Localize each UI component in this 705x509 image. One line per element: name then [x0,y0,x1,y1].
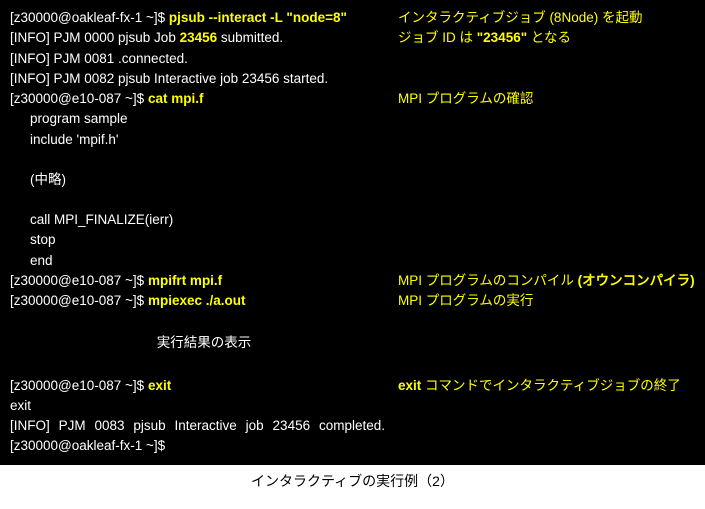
annotation: MPI プログラムの確認 [398,89,533,109]
shell-prompt: [z30000@oakleaf-fx-1 ~]$ [10,10,169,25]
code-line: include 'mpif.h' [10,130,695,150]
note-text: となる [527,30,571,45]
blank-line [10,190,695,210]
terminal-left: [z30000@e10-087 ~]$ mpifrt mpi.f [10,271,398,291]
job-id: 23456 [180,30,218,45]
shell-prompt: [z30000@e10-087 ~]$ [10,273,148,288]
blank-line [10,311,695,331]
terminal-line: [INFO] PJM 0000 pjsub Job 23456 submitte… [10,28,695,48]
output-line: exit [10,396,695,416]
command: mpifrt mpi.f [148,273,222,288]
code-line: call MPI_FINALIZE(ierr) [10,210,695,230]
terminal-line: [z30000@oakleaf-fx-1 ~]$ pjsub --interac… [10,8,695,28]
command: pjsub --interact -L "node=8" [169,10,347,25]
terminal-line: [INFO] PJM 0081 .connected. [10,49,695,69]
info-text: submitted. [217,30,283,45]
note-text: MPI プログラムのコンパイル [398,273,578,288]
terminal-left: [z30000@e10-087 ~]$ exit [10,376,398,396]
shell-prompt: [z30000@e10-087 ~]$ [10,293,148,308]
info-text: [INFO] PJM 0000 pjsub Job [10,30,180,45]
note-jobid: "23456" [477,30,527,45]
annotation: MPI プログラムのコンパイル (オウンコンパイラ) [398,271,695,291]
blank-line [10,356,695,376]
code-line: stop [10,230,695,250]
note-text: コマンドでインタラクティブジョブの終了 [421,378,680,393]
terminal-left: [z30000@e10-087 ~]$ mpiexec ./a.out [10,291,398,311]
command: mpiexec ./a.out [148,293,246,308]
terminal-left: [z30000@oakleaf-fx-1 ~]$ pjsub --interac… [10,8,398,28]
shell-prompt: [z30000@oakleaf-fx-1 ~]$ [10,436,695,456]
terminal-line: [z30000@e10-087 ~]$ mpiexec ./a.out MPI … [10,291,695,311]
annotation: MPI プログラムの実行 [398,291,533,311]
shell-prompt: [z30000@e10-087 ~]$ [10,91,148,106]
note-bold: (オウンコンパイラ) [578,273,695,288]
output-placeholder: 実行結果の表示 [10,331,398,355]
annotation: ジョブ ID は "23456" となる [398,28,571,48]
note-text: ジョブ ID は [398,30,477,45]
shell-prompt: [z30000@e10-087 ~]$ [10,378,148,393]
terminal-line: [z30000@e10-087 ~]$ exit exit コマンドでインタラク… [10,376,695,396]
terminal-line: [z30000@e10-087 ~]$ mpifrt mpi.f MPI プログ… [10,271,695,291]
terminal-left: [z30000@e10-087 ~]$ cat mpi.f [10,89,398,109]
annotation: インタラクティブジョブ (8Node) を起動 [398,8,642,28]
terminal-line: [z30000@e10-087 ~]$ cat mpi.f MPI プログラムの… [10,89,695,109]
info-text: [INFO] PJM 0081 .connected. [10,49,398,69]
terminal-left: [INFO] PJM 0000 pjsub Job 23456 submitte… [10,28,398,48]
annotation: exit コマンドでインタラクティブジョブの終了 [398,376,681,396]
figure-caption: インタラクティブの実行例（2） [0,465,705,497]
terminal-line: [INFO] PJM 0082 pjsub Interactive job 23… [10,69,695,89]
code-omitted: (中略) [10,170,695,190]
info-text: [INFO] PJM 0082 pjsub Interactive job 23… [10,69,328,89]
info-text: [INFO] PJM 0083 pjsub Interactive job 23… [10,416,385,436]
blank-line [10,150,695,170]
note-bold: exit [398,378,421,393]
code-line: end [10,251,695,271]
command: cat mpi.f [148,91,204,106]
command: exit [148,378,171,393]
terminal-window: [z30000@oakleaf-fx-1 ~]$ pjsub --interac… [0,0,705,465]
code-line: program sample [10,109,695,129]
